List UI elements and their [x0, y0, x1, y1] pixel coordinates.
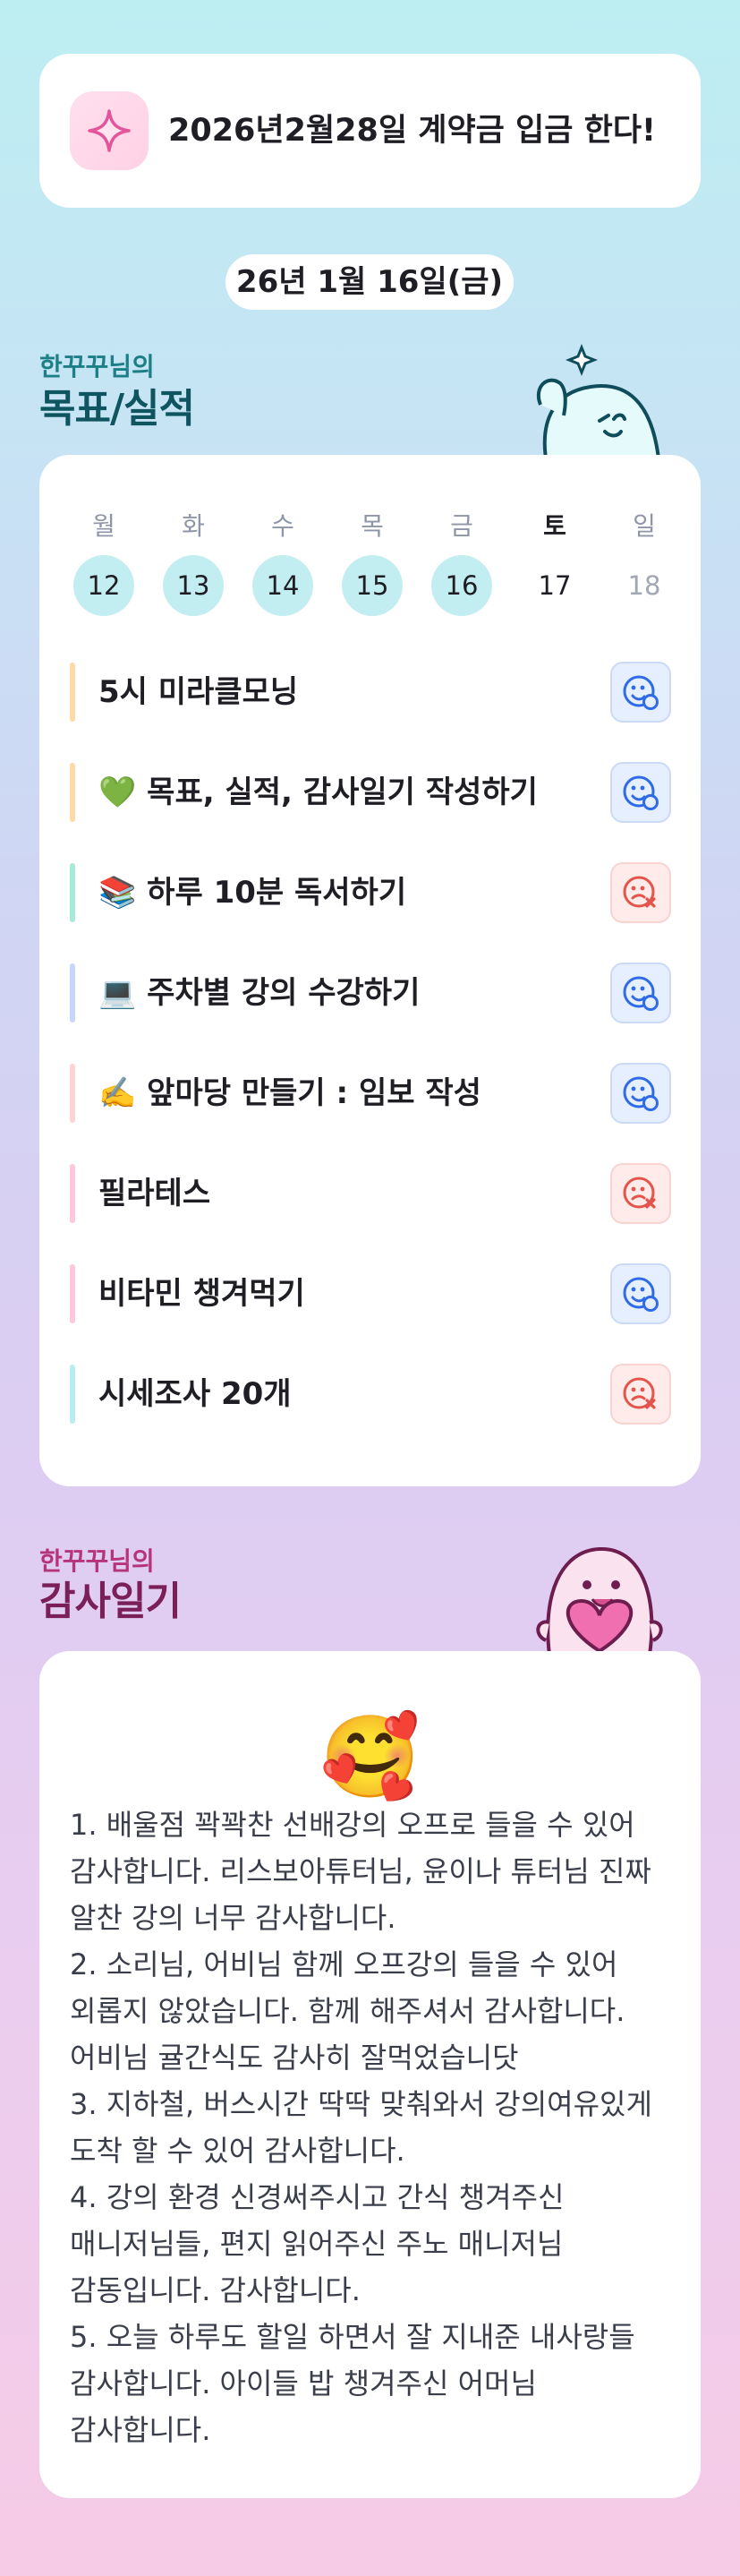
task-color-bar [70, 1164, 75, 1223]
task-item[interactable]: 📚 하루 10분 독서하기 [70, 860, 671, 926]
task-missed-icon[interactable] [610, 862, 671, 923]
task-item[interactable]: 시세조사 20개 [70, 1361, 671, 1427]
task-label: 5시 미라클모닝 [98, 674, 299, 710]
thanks-body: 1. 배울점 꽉꽉찬 선배강의 오프로 들을 수 있어 감사합니다. 리스보아튜… [70, 1808, 652, 2447]
day-name: 토 [543, 511, 566, 541]
day-name: 목 [361, 511, 384, 541]
day-name: 금 [450, 511, 473, 541]
day-number: 16 [431, 555, 492, 616]
task-missed-icon[interactable] [610, 1163, 671, 1224]
task-color-bar [70, 1064, 75, 1123]
day-number: 14 [252, 555, 313, 616]
task-item[interactable]: 필라테스 [70, 1160, 671, 1227]
task-color-bar [70, 863, 75, 922]
task-item[interactable]: 비타민 챙겨먹기 [70, 1261, 671, 1327]
day-name: 수 [271, 511, 294, 541]
task-color-bar [70, 663, 75, 722]
task-label: 비타민 챙겨먹기 [98, 1276, 305, 1312]
day-number: 18 [627, 570, 661, 601]
mascot-cheer-illustration [537, 343, 661, 458]
task-label: 📚 하루 10분 독서하기 [98, 875, 407, 911]
task-color-bar [70, 1365, 75, 1424]
task-color-bar [70, 763, 75, 822]
task-done-icon[interactable] [610, 1263, 671, 1324]
day-number: 17 [538, 570, 572, 601]
task-done-icon[interactable] [610, 662, 671, 723]
task-done-icon[interactable] [610, 762, 671, 823]
day-number: 15 [342, 555, 403, 616]
task-label: 필라테스 [98, 1176, 211, 1211]
plan-card: 월 12 화 13 수 14 목 15 금 16 토 17 일 18 5시 미라클모닝 💚 목표, 실적, … [39, 455, 701, 1486]
task-color-bar [70, 963, 75, 1023]
day-number: 13 [163, 555, 224, 616]
task-label: ✍️ 앞마당 만들기 : 임보 작성 [98, 1075, 481, 1111]
day-name: 일 [633, 511, 656, 541]
day-name: 월 [92, 511, 115, 541]
task-label: 💻 주차별 강의 수강하기 [98, 975, 421, 1011]
thanks-card: 🥰 1. 배울점 꽉꽉찬 선배강의 오프로 들을 수 있어 감사합니다. 리스보… [39, 1651, 701, 2498]
goal-card: 2026년2월28일 계약금 입금 한다! [39, 54, 701, 208]
task-label: 💚 목표, 실적, 감사일기 작성하기 [98, 775, 538, 810]
day-number: 12 [73, 555, 134, 616]
thanks-section-title: 감사일기 [39, 1579, 182, 1624]
mascot-heart-illustration [536, 1546, 663, 1655]
task-label: 시세조사 20개 [98, 1376, 292, 1412]
task-done-icon[interactable] [610, 963, 671, 1023]
task-color-bar [70, 1264, 75, 1323]
sparkle-icon [70, 91, 149, 170]
task-done-icon[interactable] [610, 1063, 671, 1124]
task-item[interactable]: 💻 주차별 강의 수강하기 [70, 960, 671, 1026]
task-missed-icon[interactable] [610, 1364, 671, 1425]
task-item[interactable]: 5시 미라클모닝 [70, 659, 671, 725]
day-name: 화 [182, 511, 205, 541]
task-item[interactable]: 💚 목표, 실적, 감사일기 작성하기 [70, 759, 671, 826]
date-pill[interactable]: 26년 1월 16일(금) [225, 254, 514, 310]
goal-text: 2026년2월28일 계약금 입금 한다! [168, 113, 656, 149]
task-item[interactable]: ✍️ 앞마당 만들기 : 임보 작성 [70, 1060, 671, 1126]
week-strip: 월 12 화 13 수 14 목 15 금 16 토 17 일 18 [39, 455, 701, 634]
plan-section-title: 목표/실적 [39, 386, 195, 432]
smiling-hearts-emoji-icon: 🥰 [319, 1710, 421, 1804]
